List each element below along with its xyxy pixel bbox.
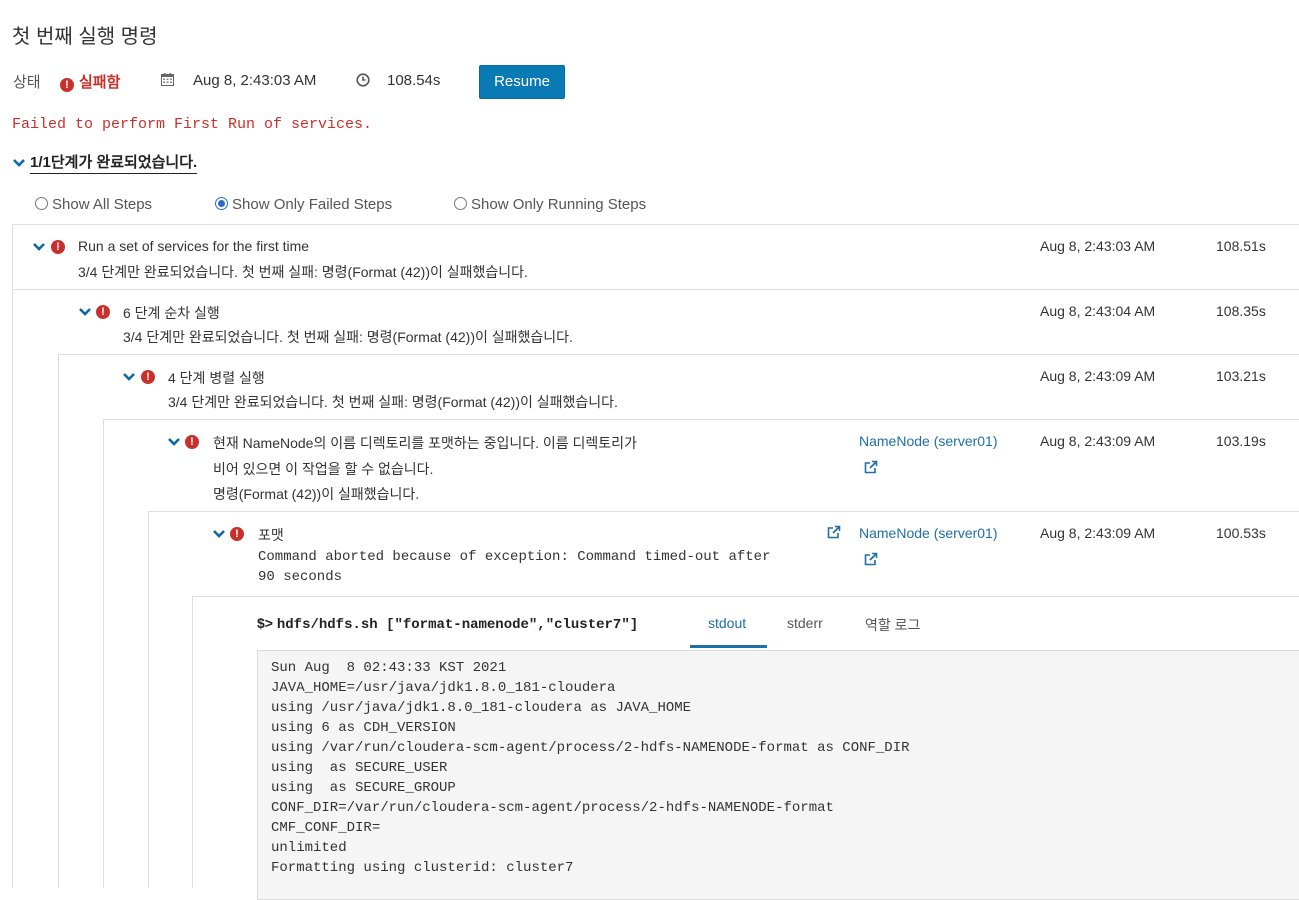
summary-text: 1/1단계가 완료되었습니다. xyxy=(30,154,198,174)
error-icon: ! xyxy=(141,370,155,384)
divider xyxy=(103,419,1299,420)
step-duration: 100.53s xyxy=(1216,525,1266,541)
step-title: 6 단계 순차 실행 xyxy=(123,305,220,321)
step-duration: 103.19s xyxy=(1216,433,1266,449)
log-line: CONF_DIR=/var/run/cloudera-scm-agent/pro… xyxy=(271,800,834,816)
step-time: Aug 8, 2:43:09 AM xyxy=(1040,368,1156,384)
command-line: $> hdfs/hdfs.sh ["format-namenode","clus… xyxy=(257,615,638,633)
status-label: 상태 xyxy=(13,74,41,91)
error-icon: ! xyxy=(96,305,110,319)
error-icon: ! xyxy=(51,240,65,254)
divider xyxy=(148,511,1299,512)
chevron-down-icon[interactable] xyxy=(167,437,181,447)
chevron-down-icon xyxy=(13,159,25,167)
step-time: Aug 8, 2:43:03 AM xyxy=(1040,238,1156,254)
log-line: using as SECURE_GROUP xyxy=(271,780,456,796)
step-time: Aug 8, 2:43:09 AM xyxy=(1040,525,1156,541)
divider xyxy=(192,596,1299,597)
divider xyxy=(12,224,13,888)
step-duration: 108.35s xyxy=(1216,303,1266,319)
step-detail: Command aborted because of exception: Co… xyxy=(258,549,771,565)
step-detail: 3/4 단계만 완료되었습니다. 첫 번째 실패: 명령(Format (42)… xyxy=(78,264,528,280)
step-title: 현재 NameNode의 이름 디렉토리를 포맷하는 중입니다. 이름 디렉토리… xyxy=(213,435,637,451)
log-line: using /usr/java/jdk1.8.0_181-cloudera as… xyxy=(271,700,692,716)
step-detail: 3/4 단계만 완료되었습니다. 첫 번째 실패: 명령(Format (42)… xyxy=(123,329,573,345)
radio-selected-icon xyxy=(215,197,228,210)
divider xyxy=(192,596,193,888)
log-line: using as SECURE_USER xyxy=(271,760,448,776)
failure-message: Failed to perform First Run of services. xyxy=(12,116,373,133)
step-detail: 명령(Format (42))이 실패했습니다. xyxy=(213,486,420,502)
external-link-icon[interactable] xyxy=(864,552,878,566)
log-line: JAVA_HOME=/usr/java/jdk1.8.0_181-clouder… xyxy=(271,680,616,696)
log-line: using 6 as CDH_VERSION xyxy=(271,720,456,736)
divider xyxy=(58,354,59,888)
status-value: 실패함 xyxy=(79,74,121,91)
step-time: Aug 8, 2:43:09 AM xyxy=(1040,433,1156,449)
page-title: 첫 번째 실행 명령 xyxy=(12,26,158,48)
role-link[interactable]: NameNode (server01) xyxy=(859,433,998,449)
step-title-continued: 비어 있으면 이 작업을 할 수 없습니다. xyxy=(213,461,434,477)
log-line: CMF_CONF_DIR= xyxy=(271,820,381,836)
role-link[interactable]: NameNode (server01) xyxy=(859,525,998,541)
filter-failed-steps[interactable]: Show Only Failed Steps xyxy=(215,196,392,213)
filter-all-steps[interactable]: Show All Steps xyxy=(35,196,152,213)
divider xyxy=(12,289,1299,290)
chevron-down-icon[interactable] xyxy=(32,242,46,252)
filter-running-steps[interactable]: Show Only Running Steps xyxy=(454,196,646,213)
step-duration: 108.51s xyxy=(1216,238,1266,254)
log-line: Formatting using clusterid: cluster7 xyxy=(271,860,574,876)
clock-icon xyxy=(356,73,370,87)
tab-role-log[interactable]: 역할 로그 xyxy=(865,615,920,635)
step-title: 4 단계 병렬 실행 xyxy=(168,370,265,386)
step-title: 포맷 xyxy=(258,527,284,543)
log-line: using /var/run/cloudera-scm-agent/proces… xyxy=(271,740,910,756)
chevron-down-icon[interactable] xyxy=(122,372,136,382)
external-link-icon[interactable] xyxy=(864,460,878,474)
radio-icon xyxy=(454,197,467,210)
external-link-icon[interactable] xyxy=(827,525,841,539)
calendar-icon xyxy=(161,73,174,86)
active-tab-indicator xyxy=(690,645,767,648)
step-detail: 3/4 단계만 완료되었습니다. 첫 번째 실패: 명령(Format (42)… xyxy=(168,394,618,410)
step-title: Run a set of services for the first time xyxy=(78,238,310,254)
log-line: unlimited xyxy=(271,840,347,856)
log-line: Sun Aug 8 02:43:33 KST 2021 xyxy=(271,660,507,676)
divider xyxy=(103,419,104,888)
status-badge: ! 실패함 xyxy=(60,71,120,92)
step-time: Aug 8, 2:43:04 AM xyxy=(1040,303,1156,319)
step-duration: 103.21s xyxy=(1216,368,1266,384)
divider xyxy=(12,224,1299,225)
chevron-down-icon[interactable] xyxy=(212,529,226,539)
step-detail-continued: 90 seconds xyxy=(258,569,343,585)
error-icon: ! xyxy=(185,435,199,449)
radio-icon xyxy=(35,197,48,210)
divider xyxy=(148,511,149,888)
start-time: Aug 8, 2:43:03 AM xyxy=(193,72,317,89)
error-icon: ! xyxy=(60,78,74,92)
duration: 108.54s xyxy=(387,72,441,89)
tab-stdout[interactable]: stdout xyxy=(708,615,746,631)
resume-button[interactable]: Resume xyxy=(479,65,565,99)
summary-toggle[interactable]: 1/1단계가 완료되었습니다. xyxy=(12,151,198,174)
tab-stderr[interactable]: stderr xyxy=(787,615,823,631)
error-icon: ! xyxy=(230,527,244,541)
divider xyxy=(58,354,1299,355)
chevron-down-icon[interactable] xyxy=(78,307,92,317)
command-text: hdfs/hdfs.sh ["format-namenode","cluster… xyxy=(276,617,639,633)
command-prompt: $> xyxy=(257,615,273,631)
